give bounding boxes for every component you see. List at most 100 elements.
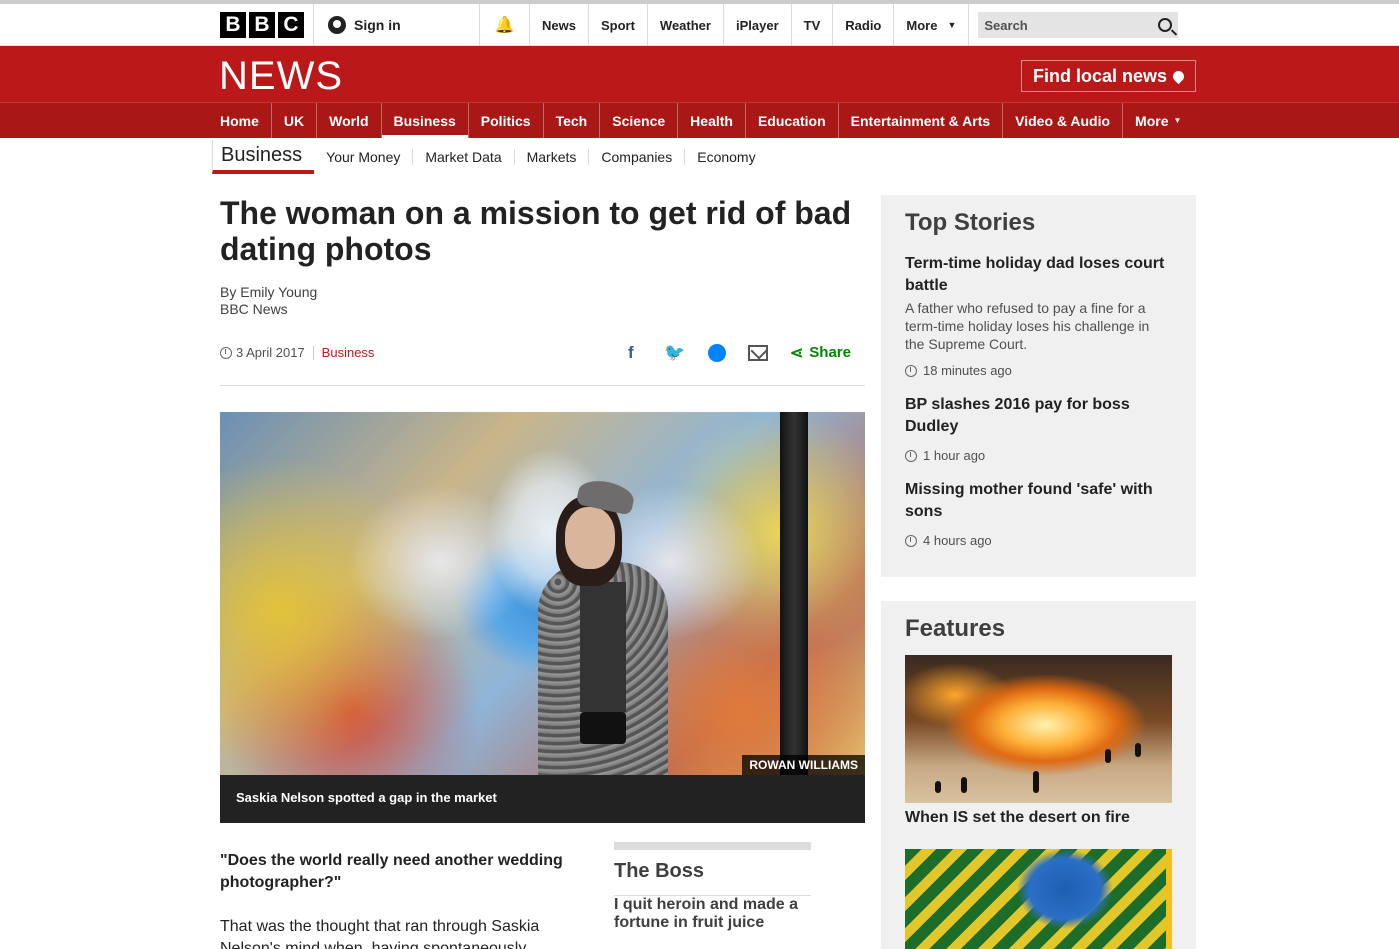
share-label: Share (809, 344, 851, 361)
section-nav-tech[interactable]: Tech (542, 103, 600, 139)
series-title: The Boss (614, 860, 811, 896)
image-caption: Saskia Nelson spotted a gap in the marke… (220, 775, 865, 823)
news-wordmark[interactable]: NEWS (219, 54, 343, 99)
find-local-news-button[interactable]: Find local news (1021, 60, 1196, 92)
article-main-image: ROWAN WILLIAMS Saskia Nelson spotted a g… (220, 412, 865, 823)
article-meta-left: 3 April 2017 Business (220, 345, 374, 360)
section-nav-video-audio[interactable]: Video & Audio (1002, 103, 1122, 139)
subnav-market-data[interactable]: Market Data (412, 149, 513, 165)
feature-figure (1105, 749, 1111, 763)
section-nav-world[interactable]: World (316, 103, 380, 139)
facebook-icon[interactable]: f (620, 342, 642, 364)
section-nav-science[interactable]: Science (599, 103, 677, 139)
section-nav: Home UK World Business Politics Tech Sci… (0, 102, 1399, 139)
section-nav-more[interactable]: More ▼ (1122, 103, 1193, 139)
section-nav-entertainment[interactable]: Entertainment & Arts (837, 103, 1003, 139)
sign-in-label: Sign in (354, 17, 401, 33)
clock-icon (905, 534, 917, 547)
article-photo: ROWAN WILLIAMS (220, 412, 865, 775)
top-stories-panel: Top Stories Term-time holiday dad loses … (881, 195, 1196, 577)
sign-in-link[interactable]: Sign in (314, 4, 480, 46)
subnav-markets[interactable]: Markets (513, 149, 589, 165)
global-nav-weather[interactable]: Weather (648, 4, 724, 46)
article-paragraph: That was the thought that ran through Sa… (220, 918, 540, 949)
section-nav-education[interactable]: Education (744, 103, 838, 139)
subnav-economy[interactable]: Economy (684, 149, 767, 165)
global-nav: News Sport Weather iPlayer TV Radio More… (530, 4, 970, 46)
messenger-icon[interactable] (707, 343, 726, 362)
feature-figure (935, 781, 941, 793)
feature-image-edge (1166, 849, 1172, 949)
user-icon (328, 16, 346, 34)
feature-figure (1135, 743, 1141, 757)
clock-icon (905, 364, 917, 377)
bbc-logo[interactable]: B B C (220, 4, 314, 46)
global-nav-news[interactable]: News (530, 4, 589, 46)
notifications-button[interactable]: 🔔 (480, 4, 530, 46)
share-button[interactable]: ⋖ Share (790, 343, 851, 363)
chevron-down-icon: ▼ (947, 20, 957, 30)
article-lede: "Does the world really need another wedd… (220, 852, 563, 891)
section-nav-more-label: More (1135, 113, 1169, 129)
feature-item[interactable] (905, 849, 1172, 949)
author-outlet: BBC News (220, 301, 288, 317)
photo-camera (580, 712, 626, 744)
global-nav-tv[interactable]: TV (792, 4, 834, 46)
top-story-title[interactable]: Missing mother found 'safe' with sons (905, 479, 1172, 523)
feature-item[interactable]: When IS set the desert on fire (905, 655, 1172, 827)
bell-icon: 🔔 (494, 17, 515, 34)
bbc-logo-letter: B (249, 12, 275, 38)
share-tools: f 🐦 ⋖ Share (620, 342, 865, 364)
section-nav-business[interactable]: Business (380, 103, 469, 139)
caret-down-icon: ▼ (1173, 116, 1182, 125)
meta-divider (312, 345, 314, 360)
photo-pole (780, 412, 808, 775)
article: The woman on a mission to get rid of bad… (220, 195, 865, 949)
global-nav-iplayer[interactable]: iPlayer (724, 4, 792, 46)
search-input[interactable]: Search (978, 12, 1179, 38)
article-section-link[interactable]: Business (322, 345, 375, 360)
top-story-time-label: 1 hour ago (923, 448, 986, 463)
bbc-logo-letter: C (278, 12, 304, 38)
top-story-title[interactable]: BP slashes 2016 pay for boss Dudley (905, 394, 1172, 438)
search-placeholder: Search (984, 17, 1028, 33)
clock-icon (905, 449, 917, 462)
news-masthead: NEWS Find local news Home UK World Busin… (0, 46, 1399, 139)
subnav-title[interactable]: Business (212, 140, 315, 174)
subnav-your-money[interactable]: Your Money (314, 149, 412, 165)
bbc-logo-letter: B (220, 12, 246, 38)
article-byline: By Emily Young BBC News (220, 284, 865, 318)
subnav-companies[interactable]: Companies (588, 149, 684, 165)
feature-title: When IS set the desert on fire (905, 809, 1130, 826)
global-nav-more[interactable]: More ▼ (894, 4, 970, 46)
series-link[interactable]: I quit heroin and made a fortune in frui… (614, 896, 798, 931)
feature-image (905, 849, 1172, 949)
section-nav-home[interactable]: Home (220, 103, 271, 139)
top-story-time: 18 minutes ago (905, 363, 1172, 378)
global-header: B B C Sign in 🔔 News Sport Weather iPlay… (0, 0, 1399, 46)
section-nav-health[interactable]: Health (677, 103, 745, 139)
top-story: Term-time holiday dad loses court battle… (905, 253, 1172, 378)
global-nav-radio[interactable]: Radio (833, 4, 895, 46)
section-nav-uk[interactable]: UK (270, 103, 316, 139)
article-headline: The woman on a mission to get rid of bad… (220, 195, 852, 267)
global-nav-sport[interactable]: Sport (589, 4, 648, 46)
section-nav-inner: Home UK World Business Politics Tech Sci… (220, 103, 1193, 139)
top-story-title[interactable]: Term-time holiday dad loses court battle (905, 253, 1172, 297)
top-story-time-label: 18 minutes ago (923, 363, 1012, 378)
article-meta: 3 April 2017 Business f 🐦 ⋖ Share (220, 338, 865, 386)
masthead-brand-bar: NEWS Find local news (0, 46, 1399, 102)
email-icon[interactable] (747, 344, 768, 361)
top-stories-title: Top Stories (905, 209, 1036, 236)
features-title: Features (905, 615, 1006, 642)
article-body: "Does the world really need another wedd… (220, 850, 590, 949)
feature-figure (961, 777, 967, 793)
feature-image (905, 655, 1172, 803)
twitter-icon[interactable]: 🐦 (664, 342, 686, 364)
map-pin-icon (1170, 68, 1187, 84)
top-story-summary: A father who refused to pay a fine for a… (905, 300, 1150, 352)
section-nav-politics[interactable]: Politics (467, 103, 543, 139)
search-icon[interactable] (1158, 18, 1173, 32)
article-date: 3 April 2017 (236, 345, 305, 360)
find-local-news-label: Find local news (1032, 65, 1168, 86)
